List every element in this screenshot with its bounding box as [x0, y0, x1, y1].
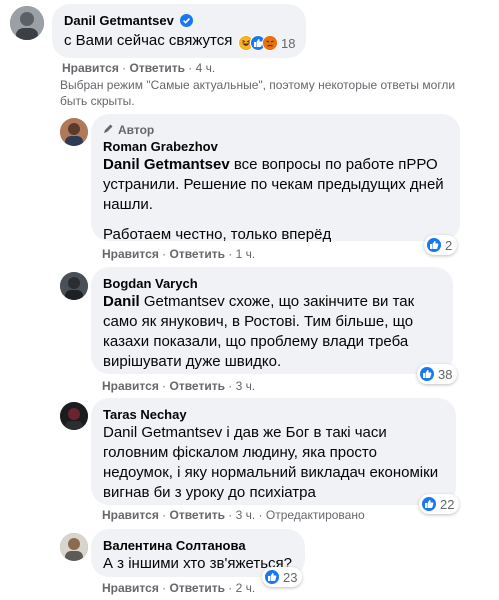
reply-button[interactable]: Ответить [170, 508, 225, 522]
reaction-count: 2 [445, 237, 453, 253]
reaction-count: 18 [281, 35, 296, 51]
like-button[interactable]: Нравится [102, 379, 159, 393]
pen-icon [103, 122, 114, 138]
reply-button[interactable]: Ответить [170, 379, 225, 393]
timestamp[interactable]: 3 ч. [236, 379, 256, 393]
sort-notice: Выбран режим "Самые актуальные", поэтому… [60, 78, 456, 108]
reply-button[interactable]: Ответить [170, 581, 225, 595]
reply-actions: Нравится · Ответить · 1 ч. [102, 247, 256, 261]
avatar[interactable] [60, 533, 88, 561]
mention-link[interactable]: Danil Getmantsev [103, 156, 230, 173]
reply-text: Getmantsev схоже, що закінчите ви так са… [103, 293, 415, 370]
reaction-count: 22 [440, 496, 455, 512]
reply-bubble: Автор Roman Grabezhov Danil Getmantsev в… [91, 114, 460, 243]
reaction-summary[interactable]: 2 [424, 235, 458, 255]
reaction-summary[interactable]: 23 [262, 567, 303, 587]
reply-author[interactable]: Валентина Солтанова [103, 537, 293, 554]
verified-icon [180, 14, 194, 31]
timestamp[interactable]: 1 ч. [236, 247, 256, 261]
reaction-summary[interactable]: 18 [236, 33, 300, 53]
author-badge: Автор [118, 123, 155, 137]
like-button[interactable]: Нравится [62, 61, 119, 75]
reply-actions: Нравится · Ответить · 2 ч. [102, 581, 256, 595]
reply-actions: Нравится · Ответить · 3 ч. [102, 379, 256, 393]
reply-author[interactable]: Roman Grabezhov [103, 138, 448, 155]
like-icon [426, 237, 442, 253]
reply-author[interactable]: Taras Nechay [103, 406, 444, 423]
timestamp[interactable]: 2 ч. [236, 581, 256, 595]
like-button[interactable]: Нравится [102, 247, 159, 261]
avatar[interactable] [60, 272, 88, 300]
reaction-summary[interactable]: 38 [417, 364, 458, 384]
reply-actions: Нравится · Ответить · 3 ч. · Отредактиро… [102, 508, 365, 522]
reaction-summary[interactable]: 22 [419, 494, 460, 514]
like-icon [421, 496, 437, 512]
avatar[interactable] [60, 118, 88, 146]
reply-button[interactable]: Ответить [170, 247, 225, 261]
reaction-count: 23 [283, 569, 298, 585]
avatar[interactable] [10, 6, 44, 40]
reaction-count: 38 [438, 366, 453, 382]
timestamp[interactable]: 4 ч. [196, 61, 216, 75]
mention-link[interactable]: Danil [103, 293, 140, 310]
like-icon [419, 366, 435, 382]
reply-bubble: Bogdan Varych Danil Getmantsev схоже, що… [91, 267, 453, 374]
like-button[interactable]: Нравится [102, 581, 159, 595]
like-icon [264, 569, 280, 585]
edited-label[interactable]: Отредактировано [266, 508, 365, 522]
comment-author[interactable]: Danil Getmantsev [64, 13, 174, 28]
reply-text-2: Работаем честно, только вперёд [103, 226, 332, 243]
like-button[interactable]: Нравится [102, 508, 159, 522]
comment-actions: Нравится · Ответить · 4 ч. [62, 61, 216, 75]
avatar[interactable] [60, 402, 88, 430]
timestamp[interactable]: 3 ч. [236, 508, 256, 522]
reply-author[interactable]: Bogdan Varych [103, 275, 441, 292]
reply-text: Danil Getmantsev і дав же Бог в такі час… [103, 424, 439, 501]
reply-button[interactable]: Ответить [130, 61, 185, 75]
angry-icon [262, 35, 278, 51]
reply-bubble: Taras Nechay Danil Getmantsev і дав же Б… [91, 398, 456, 505]
